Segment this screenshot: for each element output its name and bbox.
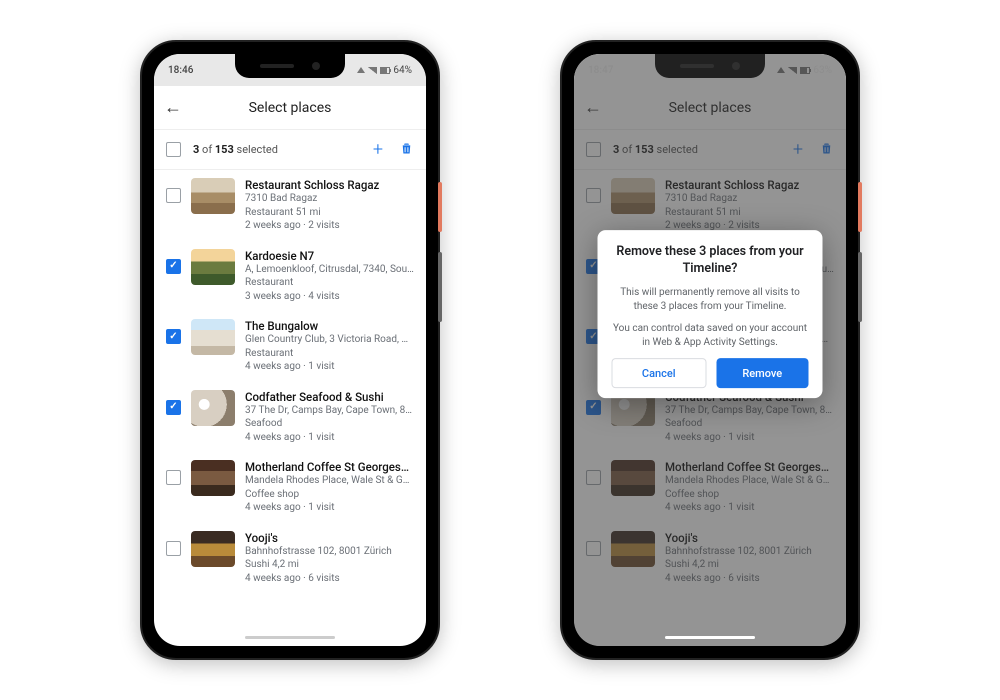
place-thumbnail — [191, 390, 235, 426]
screen: 18:46 64% ← Select places 3 of 153 selec… — [154, 54, 426, 646]
list-item[interactable]: Kardoesie N7A, Lemoenkloof, Citrusdal, 7… — [154, 241, 426, 312]
place-name: Kardoesie N7 — [245, 249, 414, 263]
item-checkbox[interactable] — [166, 470, 181, 485]
phone-left: 18:46 64% ← Select places 3 of 153 selec… — [140, 40, 440, 660]
power-button — [858, 182, 862, 232]
place-info: Yooji'sBahnhofstrasse 102, 8001 ZürichSu… — [245, 531, 414, 586]
place-info: Codfather Seafood & Sushi37 The Dr, Camp… — [245, 390, 414, 445]
cell-icon — [368, 67, 377, 74]
status-time: 18:46 — [168, 65, 193, 76]
place-category: Seafood — [245, 417, 414, 431]
place-category: Restaurant — [245, 347, 414, 361]
place-thumbnail — [191, 178, 235, 214]
nav-bar — [154, 628, 426, 646]
place-name: The Bungalow — [245, 319, 414, 333]
status-bar: 18:46 64% — [154, 54, 426, 86]
item-checkbox[interactable] — [166, 400, 181, 415]
selection-text: 3 of 153 selected — [193, 143, 373, 156]
place-address: 7310 Bad Ragaz — [245, 192, 414, 206]
page-title: Select places — [164, 100, 416, 116]
place-address: 37 The Dr, Camps Bay, Cape Town, 80… — [245, 404, 414, 418]
list-item[interactable]: Yooji'sBahnhofstrasse 102, 8001 ZürichSu… — [154, 523, 426, 594]
modal-overlay: Remove these 3 places from your Timeline… — [574, 54, 846, 646]
volume-button — [858, 252, 862, 322]
select-all-checkbox[interactable] — [166, 142, 181, 157]
place-address: Mandela Rhodes Place, Wale St & Geo… — [245, 474, 414, 488]
place-name: Codfather Seafood & Sushi — [245, 390, 414, 404]
battery-icon — [380, 67, 390, 74]
cancel-button[interactable]: Cancel — [612, 358, 707, 388]
remove-button[interactable]: Remove — [716, 358, 809, 388]
place-category: Sushi 4,2 mi — [245, 558, 414, 572]
selection-bar: 3 of 153 selected + — [154, 130, 426, 170]
battery-text: 64% — [393, 65, 412, 76]
signal-icon — [357, 67, 365, 73]
place-category: Restaurant 51 mi — [245, 206, 414, 220]
place-address: A, Lemoenkloof, Citrusdal, 7340, Sout… — [245, 263, 414, 277]
place-meta: 4 weeks ago · 1 visit — [245, 501, 414, 515]
list-item[interactable]: The BungalowGlen Country Club, 3 Victori… — [154, 311, 426, 382]
remove-dialog: Remove these 3 places from your Timeline… — [598, 231, 823, 399]
place-info: Motherland Coffee St Georges…Mandela Rho… — [245, 460, 414, 515]
place-thumbnail — [191, 319, 235, 355]
list-item[interactable]: Motherland Coffee St Georges…Mandela Rho… — [154, 452, 426, 523]
place-thumbnail — [191, 531, 235, 567]
dialog-body-1: This will permanently remove all visits … — [612, 286, 809, 314]
place-thumbnail — [191, 249, 235, 285]
nav-pill[interactable] — [665, 636, 755, 639]
place-name: Yooji's — [245, 531, 414, 545]
place-name: Motherland Coffee St Georges… — [245, 460, 414, 474]
place-meta: 4 weeks ago · 1 visit — [245, 431, 414, 445]
place-category: Restaurant — [245, 276, 414, 290]
item-checkbox[interactable] — [166, 329, 181, 344]
place-meta: 4 weeks ago · 1 visit — [245, 360, 414, 374]
place-meta: 4 weeks ago · 6 visits — [245, 572, 414, 586]
phone-right: 18:47 63% ← Select places 3 of 153 selec… — [560, 40, 860, 660]
place-meta: 2 weeks ago · 2 visits — [245, 219, 414, 233]
delete-icon[interactable] — [399, 141, 414, 159]
item-checkbox[interactable] — [166, 259, 181, 274]
place-thumbnail — [191, 460, 235, 496]
power-button — [438, 182, 442, 232]
place-meta: 3 weeks ago · 4 visits — [245, 290, 414, 304]
place-info: Restaurant Schloss Ragaz7310 Bad RagazRe… — [245, 178, 414, 233]
place-category: Coffee shop — [245, 488, 414, 502]
place-name: Restaurant Schloss Ragaz — [245, 178, 414, 192]
item-checkbox[interactable] — [166, 541, 181, 556]
place-info: The BungalowGlen Country Club, 3 Victori… — [245, 319, 414, 374]
screen: 18:47 63% ← Select places 3 of 153 selec… — [574, 54, 846, 646]
add-icon[interactable]: + — [373, 139, 383, 160]
place-info: Kardoesie N7A, Lemoenkloof, Citrusdal, 7… — [245, 249, 414, 304]
dialog-title: Remove these 3 places from your Timeline… — [612, 245, 809, 279]
volume-button — [438, 252, 442, 322]
list-item[interactable]: Codfather Seafood & Sushi37 The Dr, Camp… — [154, 382, 426, 453]
app-header: ← Select places — [154, 86, 426, 130]
places-list: Restaurant Schloss Ragaz7310 Bad RagazRe… — [154, 170, 426, 628]
list-item[interactable]: Restaurant Schloss Ragaz7310 Bad RagazRe… — [154, 170, 426, 241]
notch — [235, 54, 345, 78]
status-right: 64% — [357, 65, 412, 76]
place-address: Bahnhofstrasse 102, 8001 Zürich — [245, 545, 414, 559]
dialog-body-2: You can control data saved on your accou… — [612, 322, 809, 350]
place-address: Glen Country Club, 3 Victoria Road, Cli… — [245, 333, 414, 347]
nav-pill[interactable] — [245, 636, 335, 639]
item-checkbox[interactable] — [166, 188, 181, 203]
